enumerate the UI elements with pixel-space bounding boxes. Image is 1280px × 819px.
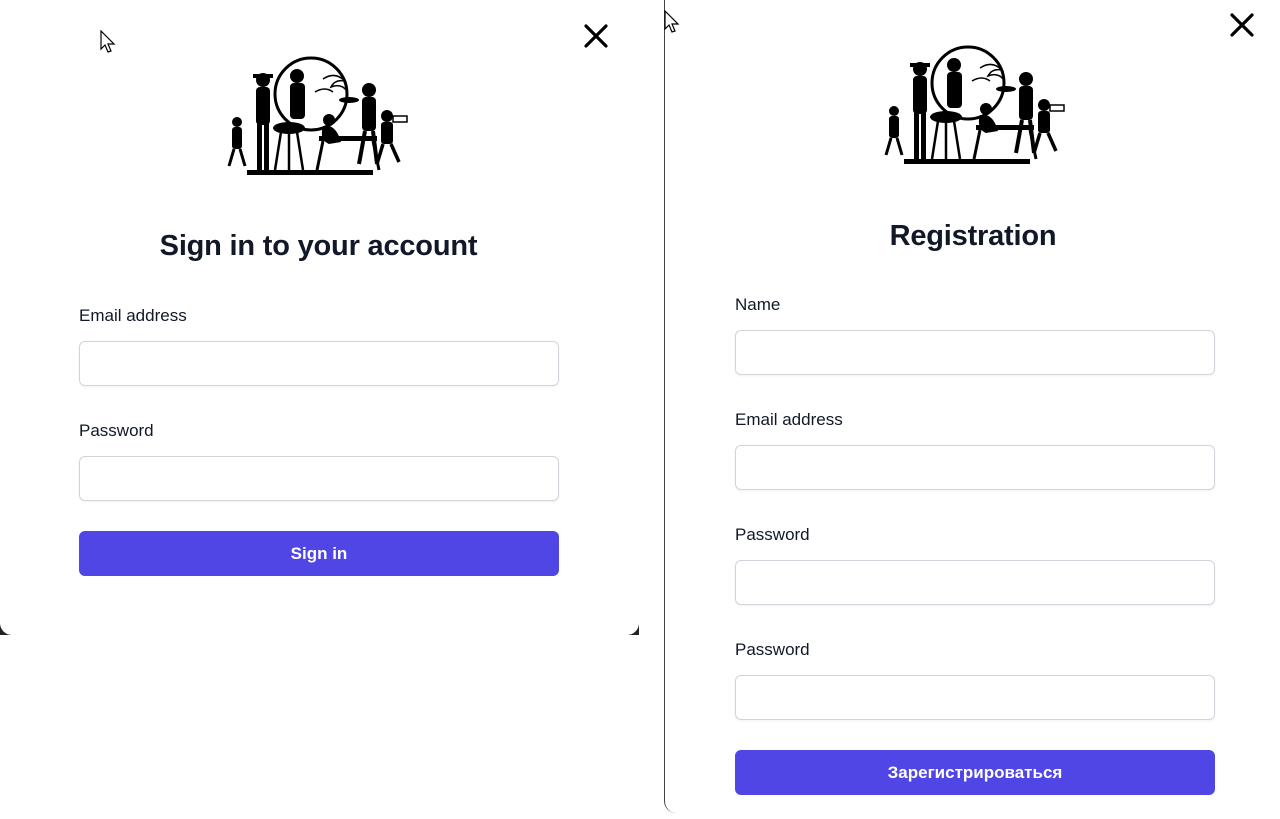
registration-modal: Registration Name Email address Password… xyxy=(664,0,1280,813)
close-icon xyxy=(584,24,608,48)
name-label: Name xyxy=(735,295,781,314)
email-label: Email address xyxy=(735,410,843,429)
mouse-cursor-icon xyxy=(664,10,680,33)
password-confirm-field[interactable] xyxy=(735,675,1215,720)
name-field[interactable] xyxy=(735,330,1215,375)
password-confirm-label: Password xyxy=(735,640,810,659)
bbq-family-logo xyxy=(880,43,1070,168)
bbq-family-logo xyxy=(223,54,413,179)
email-field[interactable] xyxy=(735,445,1215,490)
close-button[interactable] xyxy=(1227,10,1257,40)
register-button[interactable]: Зарегистрироваться xyxy=(735,750,1215,795)
close-button[interactable] xyxy=(581,21,611,51)
email-field[interactable] xyxy=(79,341,559,386)
page-title: Sign in to your account xyxy=(159,230,478,262)
mouse-cursor-icon xyxy=(100,30,116,53)
sign-in-button[interactable]: Sign in xyxy=(79,531,559,576)
page-title: Registration xyxy=(889,220,1057,252)
screen: Sign in to your account Email address Pa… xyxy=(0,0,1280,819)
password-label: Password xyxy=(79,421,154,440)
password-label: Password xyxy=(735,525,810,544)
password-field[interactable] xyxy=(79,456,559,501)
email-label: Email address xyxy=(79,306,187,325)
close-icon xyxy=(1230,13,1254,37)
login-modal: Sign in to your account Email address Pa… xyxy=(0,0,639,635)
password-field[interactable] xyxy=(735,560,1215,605)
